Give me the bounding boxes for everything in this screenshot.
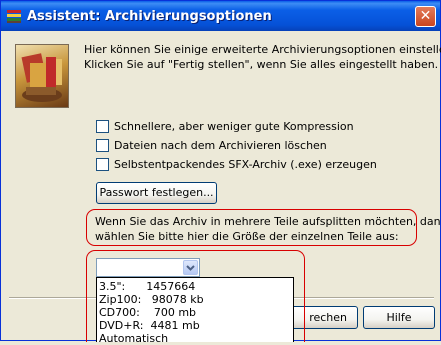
fast-compression-checkbox[interactable]: Schnellere, aber weniger gute Kompressio… bbox=[96, 119, 416, 135]
split-size-option[interactable]: 3.5": 1457664 bbox=[99, 280, 195, 293]
archive-options-dialog: Assistent: Archivierungsoptionen ✕ Hier … bbox=[0, 0, 441, 345]
split-size-option[interactable]: CD700: 700 mb bbox=[99, 306, 196, 319]
sfx-archive-checkbox[interactable]: Selbstentpackendes SFX-Archiv (.exe) erz… bbox=[96, 157, 416, 173]
delete-after-archiving-label[interactable]: Dateien nach dem Archivieren löschen bbox=[114, 139, 327, 152]
close-button[interactable]: ✕ bbox=[415, 6, 436, 27]
fast-compression-label[interactable]: Schnellere, aber weniger gute Kompressio… bbox=[114, 120, 354, 133]
window-title: Assistent: Archivierungsoptionen bbox=[27, 9, 272, 24]
title-bar[interactable]: Assistent: Archivierungsoptionen ✕ bbox=[1, 1, 440, 31]
intro-text: Hier können Sie einige erweiterte Archiv… bbox=[84, 42, 441, 72]
sfx-archive-label[interactable]: Selbstentpackendes SFX-Archiv (.exe) erz… bbox=[114, 158, 377, 171]
intro-line-1: Hier können Sie einige erweiterte Archiv… bbox=[84, 43, 441, 56]
split-line-1: Wenn Sie das Archiv in mehrere Teile auf… bbox=[95, 215, 441, 228]
checkbox-box[interactable] bbox=[96, 120, 109, 133]
split-instructions: Wenn Sie das Archiv in mehrere Teile auf… bbox=[95, 214, 441, 244]
intro-line-2: Klicken Sie auf "Fertig stellen", wenn S… bbox=[84, 58, 439, 71]
split-line-2: wählen Sie bitte hier die Größe der einz… bbox=[95, 230, 399, 243]
split-size-select[interactable] bbox=[96, 258, 200, 277]
delete-after-archiving-checkbox[interactable]: Dateien nach dem Archivieren löschen bbox=[96, 138, 416, 154]
help-button[interactable]: Hilfe bbox=[363, 306, 435, 329]
archive-books-icon bbox=[6, 8, 22, 24]
split-size-dropdown-list[interactable]: 3.5": 1457664 Zip100: 98078 kb CD700: 70… bbox=[96, 277, 294, 345]
split-size-option[interactable]: DVD+R: 4481 mb bbox=[99, 319, 200, 332]
split-size-option[interactable]: Automatisch bbox=[99, 332, 168, 345]
checkbox-box[interactable] bbox=[96, 139, 109, 152]
chevron-down-icon[interactable] bbox=[183, 260, 198, 275]
set-password-button[interactable]: Passwort festlegen... bbox=[96, 182, 217, 204]
checkbox-box[interactable] bbox=[96, 158, 109, 171]
split-size-option[interactable]: Zip100: 98078 kb bbox=[99, 293, 204, 306]
archive-wizard-illustration bbox=[15, 44, 69, 108]
